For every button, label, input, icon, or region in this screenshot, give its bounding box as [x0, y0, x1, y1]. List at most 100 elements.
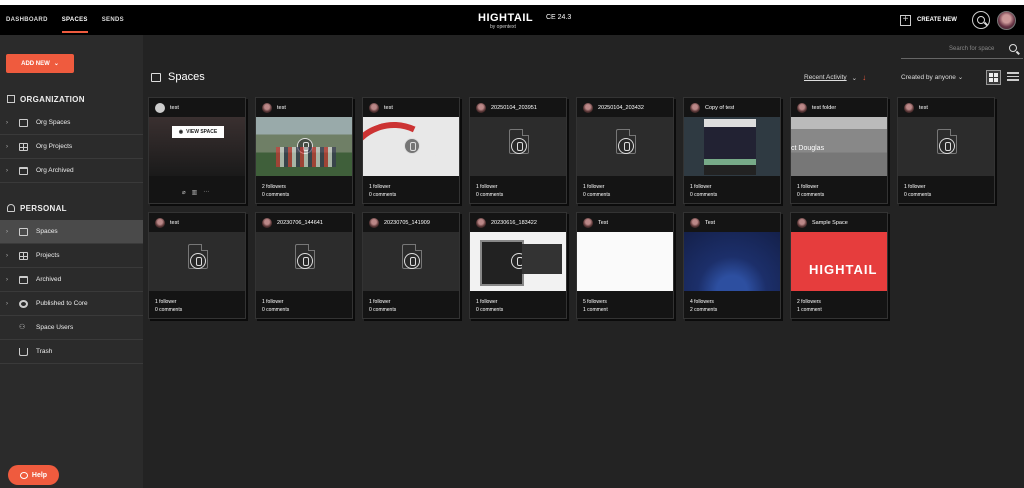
sidebar-item-label: Trash	[36, 348, 53, 355]
followers-count: 1 follower	[369, 299, 391, 305]
sidebar-item-org-archived[interactable]: › Org Archived	[0, 159, 143, 183]
users-icon: ⚇	[19, 323, 26, 331]
projects-icon	[19, 251, 28, 260]
chevron-right-icon: ›	[6, 119, 8, 126]
space-card[interactable]: 20230705_141909 1 follower 0 comments	[362, 212, 460, 319]
create-new-label: CREATE NEW	[917, 17, 957, 23]
space-badge-icon	[618, 138, 634, 154]
brand-by: by opentext	[490, 24, 516, 30]
sort-direction-icon[interactable]: ↓	[862, 73, 866, 82]
space-card[interactable]: test 1 follower 0 comments	[148, 212, 246, 319]
chevron-down-icon: ⌄	[957, 74, 964, 81]
chevron-right-icon: ›	[6, 300, 8, 307]
search-input[interactable]: Search for space	[949, 46, 994, 52]
space-card[interactable]: Test 4 followers 2 comments	[683, 212, 781, 319]
space-name: 20230705_141909	[384, 219, 430, 226]
sidebar-item-org-projects[interactable]: › Org Projects	[0, 135, 143, 159]
space-name: test	[919, 104, 928, 111]
followers-count: 1 follower	[155, 299, 177, 305]
space-card[interactable]: Copy of test 1 follower 0 comments	[683, 97, 781, 204]
space-thumbnail	[577, 117, 673, 176]
grid-view-icon[interactable]	[986, 70, 1001, 85]
space-thumbnail	[577, 232, 673, 291]
space-name: test folder	[812, 104, 837, 111]
followers-count: 1 follower	[583, 184, 605, 190]
sidebar-item-projects[interactable]: › Projects	[0, 244, 143, 268]
followers-count: 1 follower	[476, 299, 498, 305]
space-name: 20250104_203951	[491, 104, 537, 111]
creator-filter-dropdown[interactable]: Created by anyone ⌄	[901, 73, 963, 81]
nav-spaces[interactable]: SPACES	[61, 5, 88, 35]
comments-count: 2 comments	[690, 307, 718, 313]
space-name: 20250104_203432	[598, 104, 644, 111]
sidebar-item-label: Projects	[36, 252, 60, 259]
top-bar: DASHBOARD SPACES SENDS HIGHTAIL CE 24.3 …	[0, 5, 1024, 35]
user-avatar[interactable]	[997, 11, 1016, 30]
space-name: test	[384, 104, 393, 111]
chevron-right-icon: ›	[6, 228, 8, 235]
space-card[interactable]: 20250104_203951 1 follower 0 comments	[469, 97, 567, 204]
nav-sends[interactable]: SENDS	[102, 5, 124, 35]
chevron-right-icon: ›	[6, 167, 8, 174]
main-nav: DASHBOARD SPACES SENDS	[6, 5, 124, 35]
space-card[interactable]: Sample Space HIGHTAIL 2 followers 1 comme…	[790, 212, 888, 319]
space-card[interactable]: test 1 follower 0 comments	[897, 97, 995, 204]
space-card[interactable]: test 2 followers 0 comments	[255, 97, 353, 204]
space-thumbnail	[256, 232, 352, 291]
followers-count: 4 followers	[690, 299, 714, 305]
help-button[interactable]: Help	[8, 465, 59, 485]
sidebar-item-spaces[interactable]: › Spaces	[0, 220, 143, 244]
space-card[interactable]: 20230616_183422 1 follower 0 comments	[469, 212, 567, 319]
space-thumbnail	[791, 117, 887, 176]
search-icon[interactable]	[1009, 44, 1017, 52]
sort-dropdown[interactable]: Recent Activity ⌄ ↓	[804, 73, 866, 82]
space-card[interactable]: Test 5 followers 1 comment	[576, 212, 674, 319]
plus-icon: +	[900, 14, 911, 26]
create-new-button[interactable]: + CREATE NEW	[900, 13, 957, 27]
add-new-button[interactable]: ADD NEW ⌄	[6, 54, 74, 73]
brand-version: CE 24.3	[546, 14, 572, 21]
sidebar-item-space-users[interactable]: ⚇ Space Users	[0, 316, 143, 340]
link-icon[interactable]: ⌀	[182, 189, 186, 196]
sidebar-item-archived[interactable]: › Archived	[0, 268, 143, 292]
space-badge-icon	[404, 138, 420, 154]
search-icon[interactable]	[972, 11, 990, 29]
sidebar-item-trash[interactable]: Trash	[0, 340, 143, 364]
space-thumbnail	[256, 117, 352, 176]
chat-icon	[19, 471, 28, 479]
page-title: Spaces	[151, 71, 205, 83]
spaces-icon	[151, 72, 161, 82]
space-name: Test	[705, 219, 716, 226]
comments-count: 0 comments	[583, 192, 611, 198]
add-new-label: ADD NEW	[21, 60, 50, 67]
avatar	[369, 102, 379, 113]
sidebar-item-org-spaces[interactable]: › Org Spaces	[0, 111, 143, 135]
list-view-icon[interactable]	[1007, 72, 1019, 83]
comments-count: 0 comments	[797, 192, 825, 198]
space-search[interactable]: Search for space	[901, 41, 1023, 59]
space-name: 20230706_144641	[277, 219, 323, 226]
space-name: test	[277, 104, 286, 111]
avatar	[583, 102, 593, 113]
comments-count: 0 comments	[369, 307, 397, 313]
nav-dashboard[interactable]: DASHBOARD	[6, 5, 48, 35]
space-thumbnail	[363, 232, 459, 291]
brand-logo[interactable]: HIGHTAIL CE 24.3 by opentext	[470, 10, 580, 32]
more-icon[interactable]: ···	[203, 189, 209, 196]
space-thumbnail	[898, 117, 994, 176]
view-space-button[interactable]: ◉ VIEW SPACE	[172, 126, 224, 138]
comments-count: 0 comments	[262, 307, 290, 313]
space-card[interactable]: test 1 follower 0 comments	[362, 97, 460, 204]
space-card[interactable]: test folder 1 follower 0 comments	[790, 97, 888, 204]
avatar	[904, 102, 914, 113]
chevron-down-icon: ⌄	[851, 74, 858, 82]
followers-count: 1 follower	[476, 184, 498, 190]
space-card[interactable]: 20230706_144641 1 follower 0 comments	[255, 212, 353, 319]
sidebar-item-published-to-core[interactable]: › Published to Core	[0, 292, 143, 316]
space-badge-icon	[190, 253, 206, 269]
trash-icon[interactable]: ▥	[192, 189, 198, 196]
space-card[interactable]: test ◉ VIEW SPACE ⌀ ▥ ···	[148, 97, 246, 204]
space-badge-icon	[511, 253, 527, 269]
space-card[interactable]: 20250104_203432 1 follower 0 comments	[576, 97, 674, 204]
space-badge-icon	[939, 138, 955, 154]
